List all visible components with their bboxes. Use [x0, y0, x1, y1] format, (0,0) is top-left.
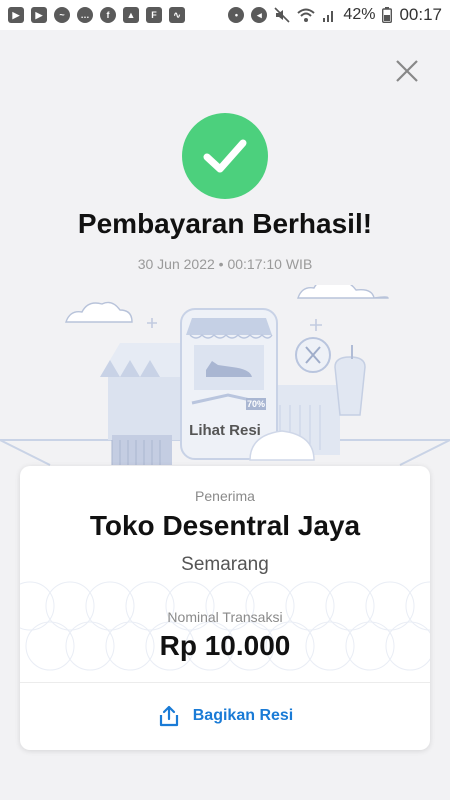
status-bar: ▶ ▶ ~ … f ▲ F ∿ • ◂ 42% 00:17: [0, 0, 450, 30]
flipboard-icon: F: [146, 7, 162, 23]
cloud-left: [65, 301, 133, 323]
battery-icon: [382, 7, 393, 23]
transaction-amount: Rp 10.000: [159, 630, 291, 661]
discount-badge: 70%: [247, 399, 265, 409]
transaction-datetime: 30 Jun 2022 • 00:17:10 WIB: [137, 256, 313, 272]
mute-icon: [274, 7, 290, 23]
shop-illustration: 70%: [0, 285, 450, 466]
success-check-icon: [182, 113, 268, 199]
signal-icon: [323, 11, 334, 22]
recipient-label: Penerima: [195, 488, 255, 504]
messenger-icon: ~: [54, 7, 70, 23]
youtube-icon: ▶: [31, 7, 47, 23]
wifi-icon: [297, 8, 316, 22]
merchant-name: Toko Desentral Jaya: [89, 510, 361, 541]
page-title: Pembayaran Berhasil!: [77, 208, 373, 239]
chat-icon: …: [77, 7, 93, 23]
flip-icon: f: [100, 7, 116, 23]
share-receipt-button[interactable]: Bagikan Resi: [20, 682, 430, 750]
receipt-card: Penerima Toko Desentral Jaya Semarang No…: [20, 466, 430, 750]
view-receipt-link[interactable]: Lihat Resi: [170, 422, 280, 439]
close-icon[interactable]: [394, 58, 420, 84]
battery-percent: 42%: [343, 6, 376, 23]
system-status: • ◂ 42% 00:17: [228, 5, 442, 25]
share-receipt-label: Bagikan Resi: [192, 707, 294, 724]
clock: 00:17: [399, 5, 442, 24]
notification-icons: ▶ ▶ ~ … f ▲ F ∿: [8, 7, 185, 23]
youtube-icon: ▶: [8, 7, 24, 23]
activity-icon: ∿: [169, 7, 185, 23]
amount-label: Nominal Transaksi: [167, 609, 283, 625]
gallery-icon: ▲: [123, 7, 139, 23]
volume-icon: ◂: [251, 7, 268, 23]
share-icon: [159, 705, 178, 727]
cloud-right: [297, 285, 389, 299]
assistant-icon: •: [228, 7, 245, 23]
merchant-city: Semarang: [181, 554, 269, 575]
